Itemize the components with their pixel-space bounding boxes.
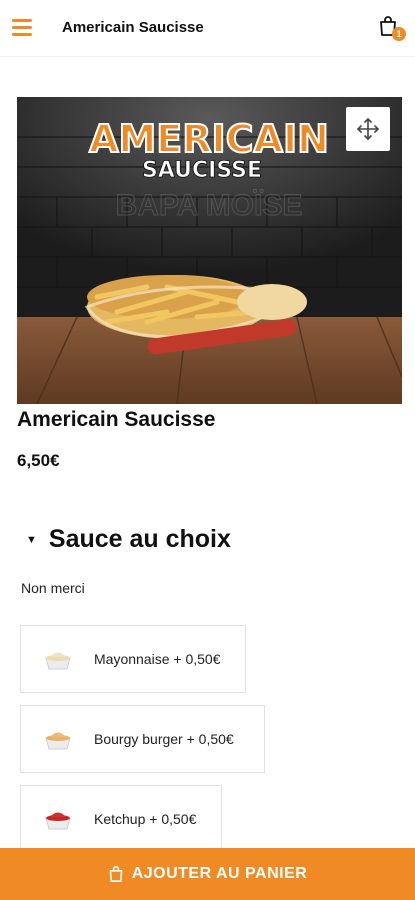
mayonnaise-cup-icon — [45, 652, 71, 670]
hamburger-icon[interactable] — [12, 19, 32, 36]
cart-count-badge: 1 — [392, 27, 406, 41]
option-label: Bourgy burger + 0,50€ — [94, 731, 234, 747]
option-ketchup[interactable]: Ketchup + 0,50€ — [20, 785, 222, 853]
expand-image-button[interactable] — [346, 107, 390, 151]
product-image: BAPA MOÏSE AMERICAIN SAUCISSE — [17, 97, 402, 404]
hero-title-line1: AMERICAIN — [89, 117, 329, 161]
product-price: 6,50€ — [17, 451, 60, 470]
option-label: Ketchup + 0,50€ — [94, 811, 197, 827]
caret-down-icon: ▼ — [26, 533, 37, 546]
hero-watermark: BAPA MOÏSE — [116, 189, 303, 222]
add-to-cart-label: AJOUTER AU PANIER — [131, 865, 308, 882]
ketchup-cup-icon — [45, 812, 71, 830]
burger-sauce-cup-icon — [45, 732, 71, 750]
top-bar: Americain Saucisse 1 — [0, 0, 415, 57]
option-bourgy-burger[interactable]: Bourgy burger + 0,50€ — [20, 705, 265, 773]
move-arrows-icon — [357, 118, 379, 140]
section-title: Sauce au choix — [48, 525, 231, 553]
option-none[interactable]: Non merci — [21, 580, 85, 596]
option-label: Mayonnaise + 0,50€ — [94, 651, 221, 667]
add-to-cart-button[interactable]: AJOUTER AU PANIER — [0, 848, 415, 900]
product-name: Americain Saucisse — [17, 408, 216, 431]
hero-title-line2: SAUCISSE — [142, 158, 262, 183]
option-mayonnaise[interactable]: Mayonnaise + 0,50€ — [20, 625, 246, 693]
sauce-section-toggle[interactable]: ▼ Sauce au choix — [26, 525, 231, 554]
page-title: Americain Saucisse — [62, 19, 204, 36]
shopping-bag-icon — [109, 866, 123, 882]
cart-button[interactable]: 1 — [378, 15, 408, 43]
